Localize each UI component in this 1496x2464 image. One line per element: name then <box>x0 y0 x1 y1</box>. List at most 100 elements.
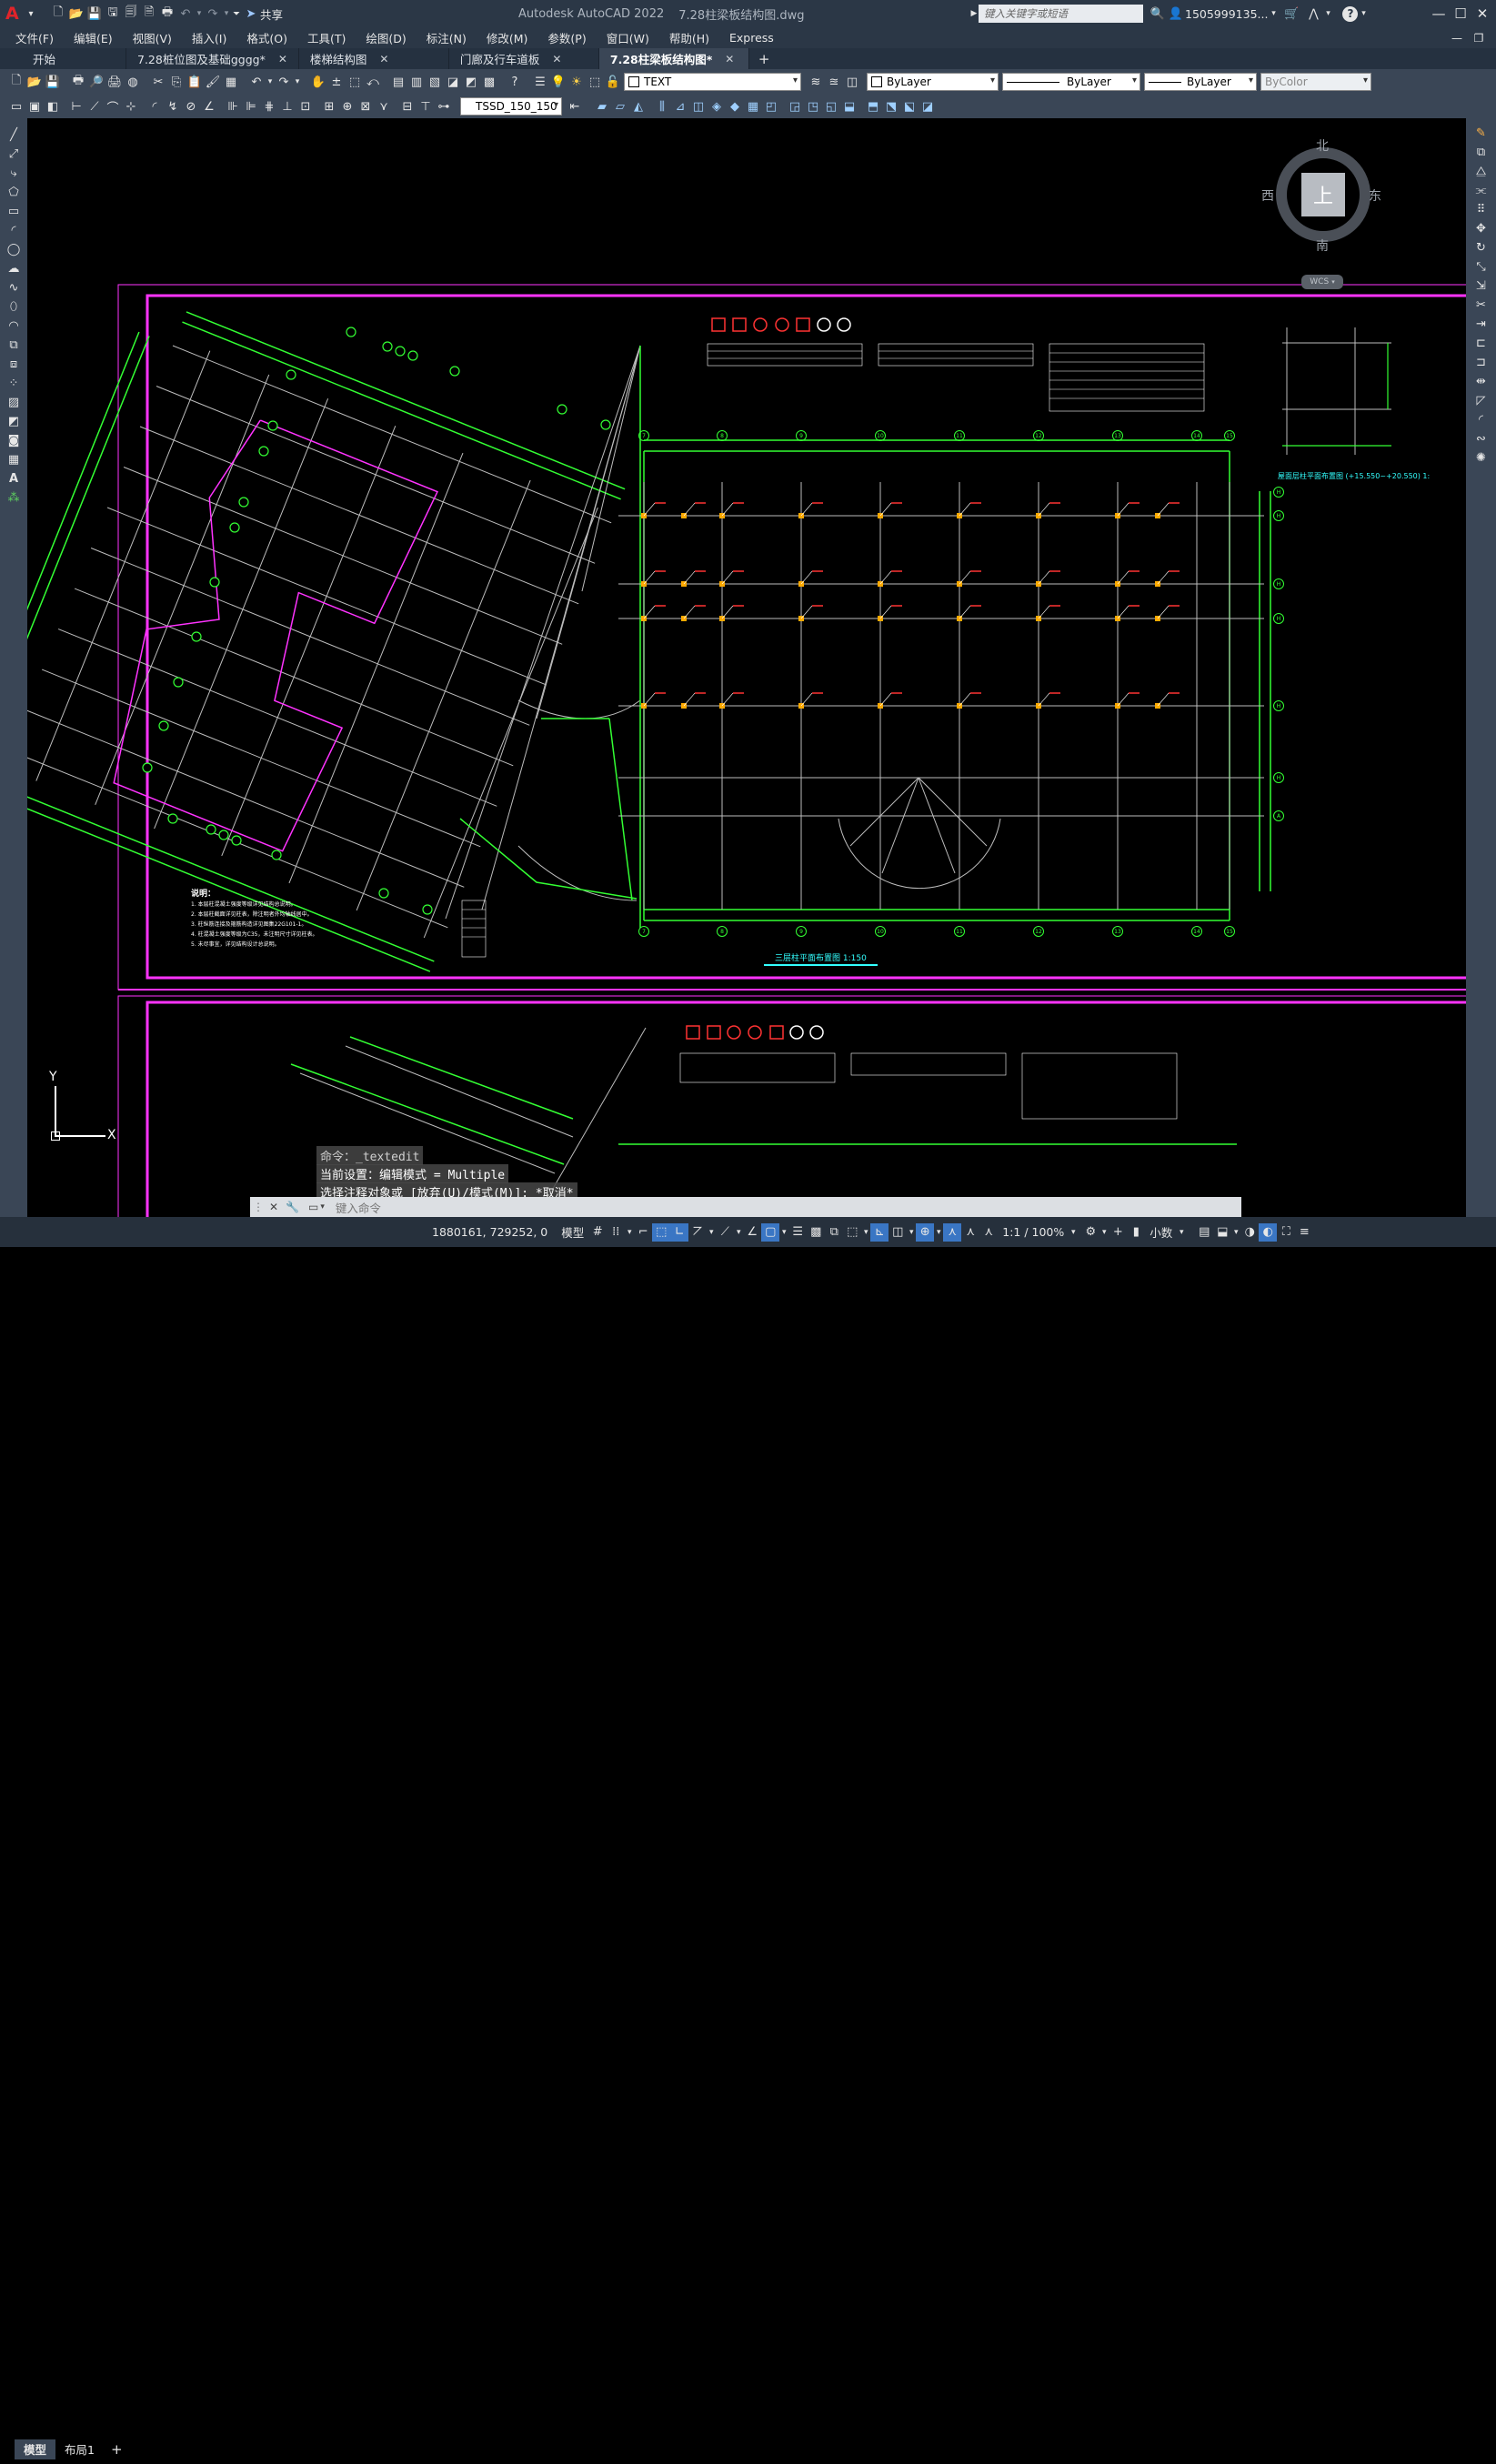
app-dropdown-icon[interactable]: ▾ <box>1322 5 1333 23</box>
ortho-icon[interactable]: ∟ <box>670 1222 689 1242</box>
plot-preview-icon[interactable]: 🔎 <box>87 73 105 91</box>
command-customize-icon[interactable]: 🔧 <box>286 1201 299 1213</box>
menu-item-10[interactable]: 窗口(W) <box>597 29 659 46</box>
units-dropdown-icon[interactable]: ▾ <box>1177 1223 1186 1242</box>
menu-item-2[interactable]: 视图(V) <box>123 29 182 46</box>
construction-line-icon[interactable]: ⤢ <box>5 145 23 163</box>
circle-icon[interactable]: ◯ <box>5 240 23 258</box>
mirror-icon[interactable]: ⧋ <box>1472 162 1491 180</box>
selection-cycling-icon[interactable]: ⧉ <box>825 1223 843 1242</box>
open-web-icon[interactable]: 🗐 <box>122 5 140 23</box>
menu-item-12[interactable]: Express <box>719 31 784 45</box>
compass-north[interactable]: 北 <box>1316 136 1329 155</box>
coordinates-readout[interactable]: 1880161, 729252, 0 <box>432 1225 547 1239</box>
maximize-button[interactable]: ☐ <box>1450 5 1471 22</box>
customize-dropdown-icon[interactable]: ⏷ <box>231 5 242 23</box>
help-icon[interactable]: ? <box>1342 5 1359 22</box>
multiline-text-icon[interactable]: A <box>5 469 23 488</box>
tolerance-icon[interactable]: ⊞ <box>320 97 338 116</box>
lock-ui-dropdown-icon[interactable]: ▾ <box>1231 1223 1240 1242</box>
gizmo-dropdown-icon[interactable]: ▾ <box>934 1223 943 1242</box>
isodraft-dropdown-icon[interactable]: ▾ <box>734 1223 743 1242</box>
doc-close-button[interactable]: ✕ <box>1490 32 1496 45</box>
search-input[interactable]: 键入关键字或短语 <box>979 5 1143 23</box>
menu-item-6[interactable]: 绘图(D) <box>356 29 416 46</box>
tssd-sheet-icon[interactable]: ⬕ <box>900 97 919 116</box>
aligned-dimension-icon[interactable]: ⟋ <box>85 97 104 116</box>
command-line[interactable]: ⋮ ✕ 🔧 ▭ ▾ 键入命令 <box>250 1197 1241 1217</box>
tssd-column-icon[interactable]: ▱ <box>611 97 629 116</box>
redo-dropdown-icon[interactable]: ▾ <box>222 5 231 23</box>
scale-icon[interactable]: ⤡ <box>1472 257 1491 276</box>
share-icon[interactable]: ➤ <box>242 5 260 23</box>
search-icon[interactable]: 🔍 <box>1149 5 1167 23</box>
center-mark-icon[interactable]: ⊕ <box>338 97 356 116</box>
new-file-icon[interactable]: 🗋 <box>49 5 67 23</box>
pan-icon[interactable]: ✋ <box>309 73 327 91</box>
snap-icon[interactable]: ⁞⁞ <box>607 1223 625 1242</box>
blend-curves-icon[interactable]: ∾ <box>1472 429 1491 448</box>
zoom-realtime-icon[interactable]: ± <box>327 73 346 91</box>
trim-icon[interactable]: ✂ <box>1472 296 1491 314</box>
polyline-icon[interactable]: ⤷ <box>5 164 23 182</box>
layer-viewport-icon[interactable]: ⬚ <box>586 73 604 91</box>
polygon-icon[interactable]: ⬠ <box>5 183 23 201</box>
dynamic-input-icon[interactable]: ⬚ <box>652 1222 671 1242</box>
layer-lock-icon[interactable]: 🔓 <box>604 73 622 91</box>
stretch-icon[interactable]: ⇲ <box>1472 277 1491 295</box>
zoom-window-icon[interactable]: ⬚ <box>346 73 364 91</box>
tool-palettes-icon[interactable]: ▧ <box>426 73 444 91</box>
quick-dimension-icon[interactable]: ⊪ <box>224 97 242 116</box>
move-icon[interactable]: ✥ <box>1472 219 1491 237</box>
new-icon[interactable]: 🗋 <box>7 73 25 91</box>
copy-object-icon[interactable]: ⧉ <box>1472 143 1491 161</box>
design-center-icon[interactable]: ▥ <box>407 73 426 91</box>
redo-icon[interactable]: ↷ <box>204 5 222 23</box>
menu-item-0[interactable]: 文件(F) <box>5 29 64 46</box>
app-menu-chevron-icon[interactable]: ▾ <box>25 5 36 23</box>
user-dropdown-icon[interactable]: ▾ <box>1268 5 1279 23</box>
tssd-tool-2-icon[interactable]: ▣ <box>25 97 44 116</box>
arc-length-icon[interactable]: ⌒ <box>104 97 122 116</box>
units-icon[interactable]: ▮ <box>1127 1223 1145 1242</box>
table-icon[interactable]: ▦ <box>5 450 23 468</box>
menu-item-11[interactable]: 帮助(H) <box>659 29 719 46</box>
gizmo-icon[interactable]: ⊕ <box>916 1222 935 1242</box>
search-expand-icon[interactable]: ▶ <box>969 5 979 23</box>
ellipse-arc-icon[interactable]: ◠ <box>5 317 23 335</box>
spline-icon[interactable]: ∿ <box>5 278 23 297</box>
workspace-dropdown-icon[interactable]: ▾ <box>1099 1223 1109 1242</box>
make-block-icon[interactable]: ⧈ <box>5 355 23 373</box>
compass-east[interactable]: 东 <box>1369 186 1381 205</box>
annotation-monitor-icon[interactable]: + <box>1109 1223 1127 1242</box>
units-value[interactable]: 小数 <box>1150 1223 1172 1241</box>
layout-tab-1[interactable]: 布局1 <box>55 2439 104 2459</box>
isolate-objects-icon[interactable]: ◑ <box>1240 1223 1259 1242</box>
hatch-icon[interactable]: ▨ <box>5 393 23 411</box>
save-web-icon[interactable]: 🗎 <box>140 5 158 23</box>
lineweight-icon[interactable]: ☰ <box>788 1223 807 1242</box>
tssd-slab-icon[interactable]: ⊿ <box>671 97 689 116</box>
command-recent-icon[interactable]: ▭ <box>308 1201 318 1213</box>
undo-dropdown-icon[interactable]: ▾ <box>266 73 275 91</box>
radius-dimension-icon[interactable]: ◜ <box>146 97 164 116</box>
menu-item-9[interactable]: 参数(P) <box>537 29 596 46</box>
line-icon[interactable]: ╱ <box>5 126 23 144</box>
doc-minimize-button[interactable]: — <box>1446 32 1468 45</box>
menu-item-5[interactable]: 工具(T) <box>297 29 356 46</box>
menu-item-8[interactable]: 修改(M) <box>477 29 538 46</box>
paste-icon[interactable]: 📋 <box>186 73 204 91</box>
linear-dimension-icon[interactable]: ⊢ <box>67 97 85 116</box>
array-icon[interactable]: ⠿ <box>1472 200 1491 218</box>
minimize-button[interactable]: — <box>1428 5 1450 22</box>
save-icon[interactable]: 💾 <box>44 73 62 91</box>
break-icon[interactable]: ⊐ <box>1472 353 1491 371</box>
sheet-set-icon[interactable]: ◪ <box>444 73 462 91</box>
offset-icon[interactable]: ⫘ <box>1472 181 1491 199</box>
snap-dropdown-icon[interactable]: ▾ <box>625 1223 634 1242</box>
redo-icon[interactable]: ↷ <box>275 73 293 91</box>
tssd-stair-icon[interactable]: ◲ <box>786 97 804 116</box>
extend-icon[interactable]: ⇥ <box>1472 315 1491 333</box>
ellipse-icon[interactable]: ⬯ <box>5 297 23 316</box>
tssd-tool-3-icon[interactable]: ◧ <box>44 97 62 116</box>
